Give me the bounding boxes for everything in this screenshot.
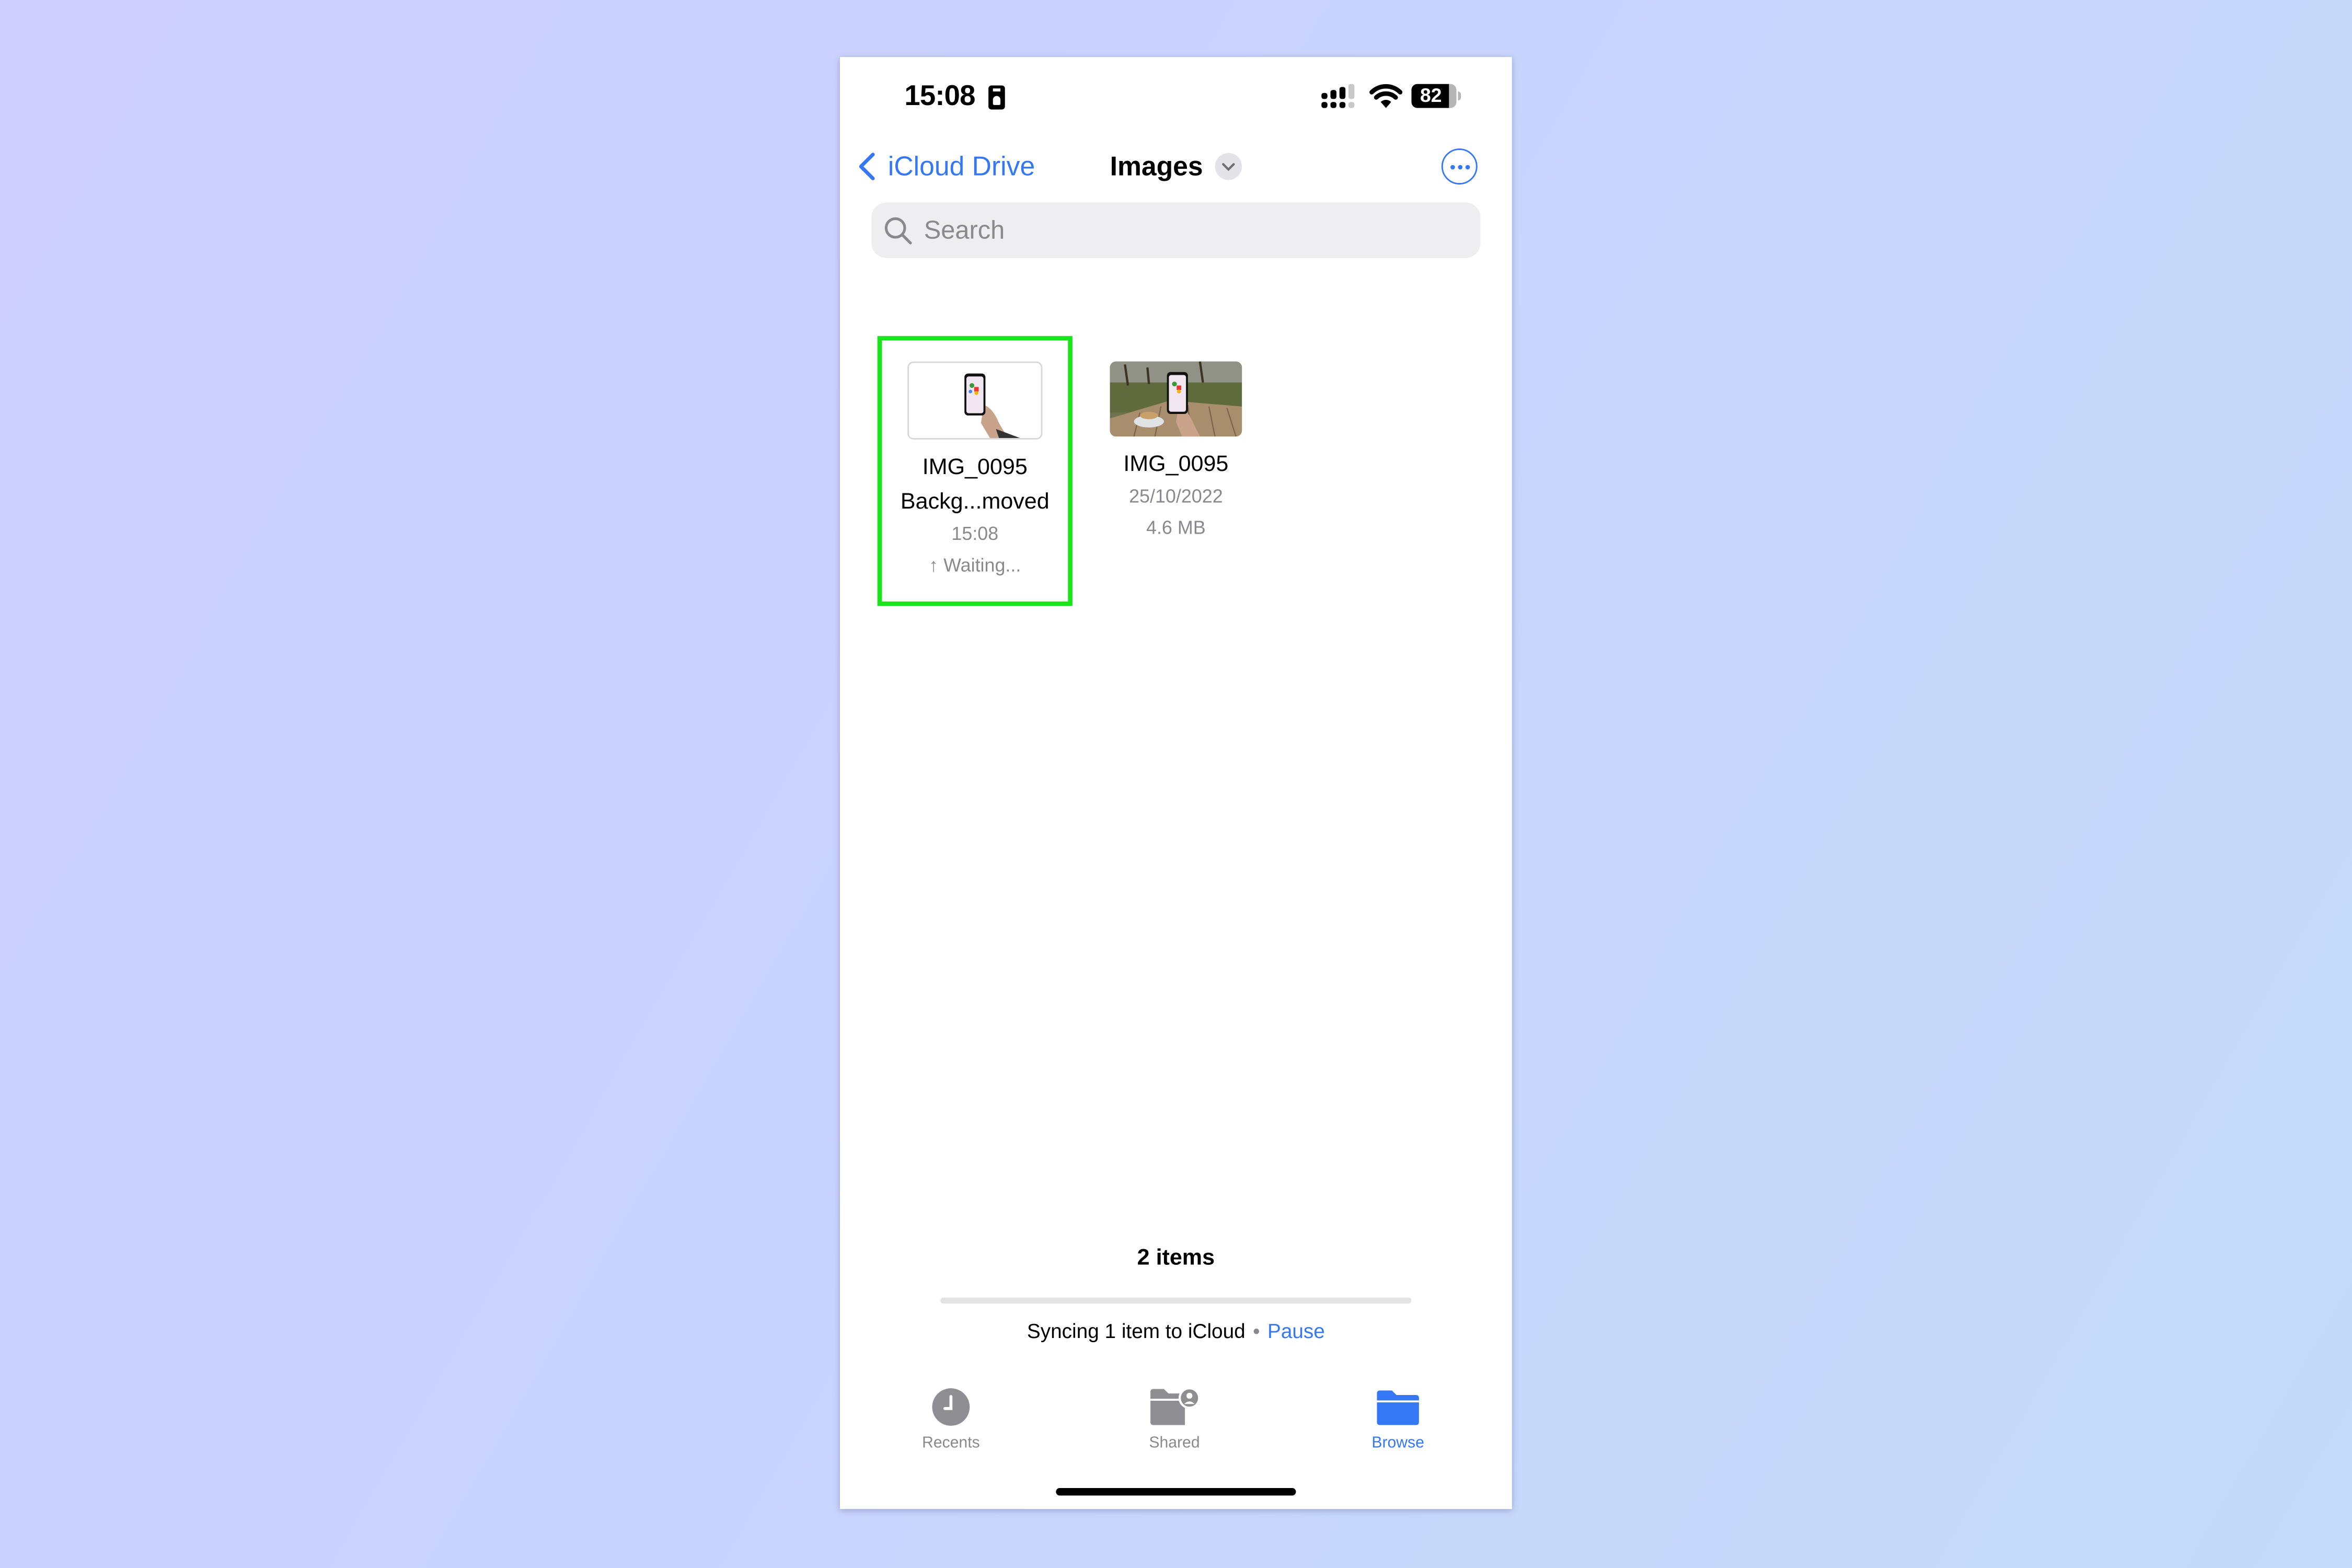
file-item[interactable]: IMG_0095 Backg...moved 15:08 ↑ Waiting... [878,361,1073,582]
sync-status: Syncing 1 item to iCloud • Pause [840,1320,1512,1343]
cellular-signal-icon [1321,84,1361,108]
home-indicator[interactable] [1056,1488,1296,1496]
chevron-left-icon [859,153,875,180]
folder-title-menu[interactable]: Images [1110,148,1242,185]
page-title: Images [1110,151,1203,181]
tab-browse[interactable]: Browse [1323,1386,1473,1452]
status-time: 15:08 [904,80,975,113]
sync-progress-bar [940,1297,1412,1304]
battery-icon: 82 [1411,84,1462,108]
ellipsis-icon [1449,164,1455,169]
shared-folder-icon [1150,1387,1200,1425]
file-name: IMG_0095 Backg...moved [900,454,1050,515]
folder-icon [1377,1390,1419,1425]
search-icon [884,216,912,244]
file-modified-time: 15:08 [951,523,999,545]
battery-percent: 82 [1420,84,1442,107]
contact-card-icon [988,85,1005,110]
file-date: 25/10/2022 [1129,486,1223,507]
item-count: 2 items [1137,1245,1215,1271]
pause-sync-button[interactable]: Pause [1267,1320,1325,1343]
back-label: iCloud Drive [887,151,1035,181]
clock-icon [932,1388,970,1426]
wifi-icon [1369,84,1403,108]
phone-screen: 15:08 82 iCloud Drive Images Search IMG_… [840,57,1512,1509]
file-item[interactable]: IMG_0095 25/10/2022 4.6 MB [1078,361,1273,545]
file-thumbnail [907,361,1043,440]
tab-label: Recents [922,1434,980,1452]
chevron-down-icon [1215,153,1242,180]
tab-recents[interactable]: Recents [876,1386,1026,1452]
separator-dot: • [1253,1320,1260,1343]
file-name: IMG_0095 [1123,451,1229,477]
tab-label: Shared [1149,1434,1200,1452]
back-button[interactable]: iCloud Drive [858,148,1035,185]
search-bar[interactable] [871,202,1481,258]
search-input[interactable] [920,213,1467,247]
file-size: 4.6 MB [1146,517,1206,539]
sync-status-text: Syncing 1 item to iCloud [1027,1320,1246,1343]
file-thumbnail [1110,361,1242,437]
upload-status: ↑ Waiting... [929,555,1021,577]
tab-shared[interactable]: Shared [1100,1386,1250,1452]
tab-label: Browse [1371,1434,1424,1452]
more-options-button[interactable] [1441,148,1478,185]
